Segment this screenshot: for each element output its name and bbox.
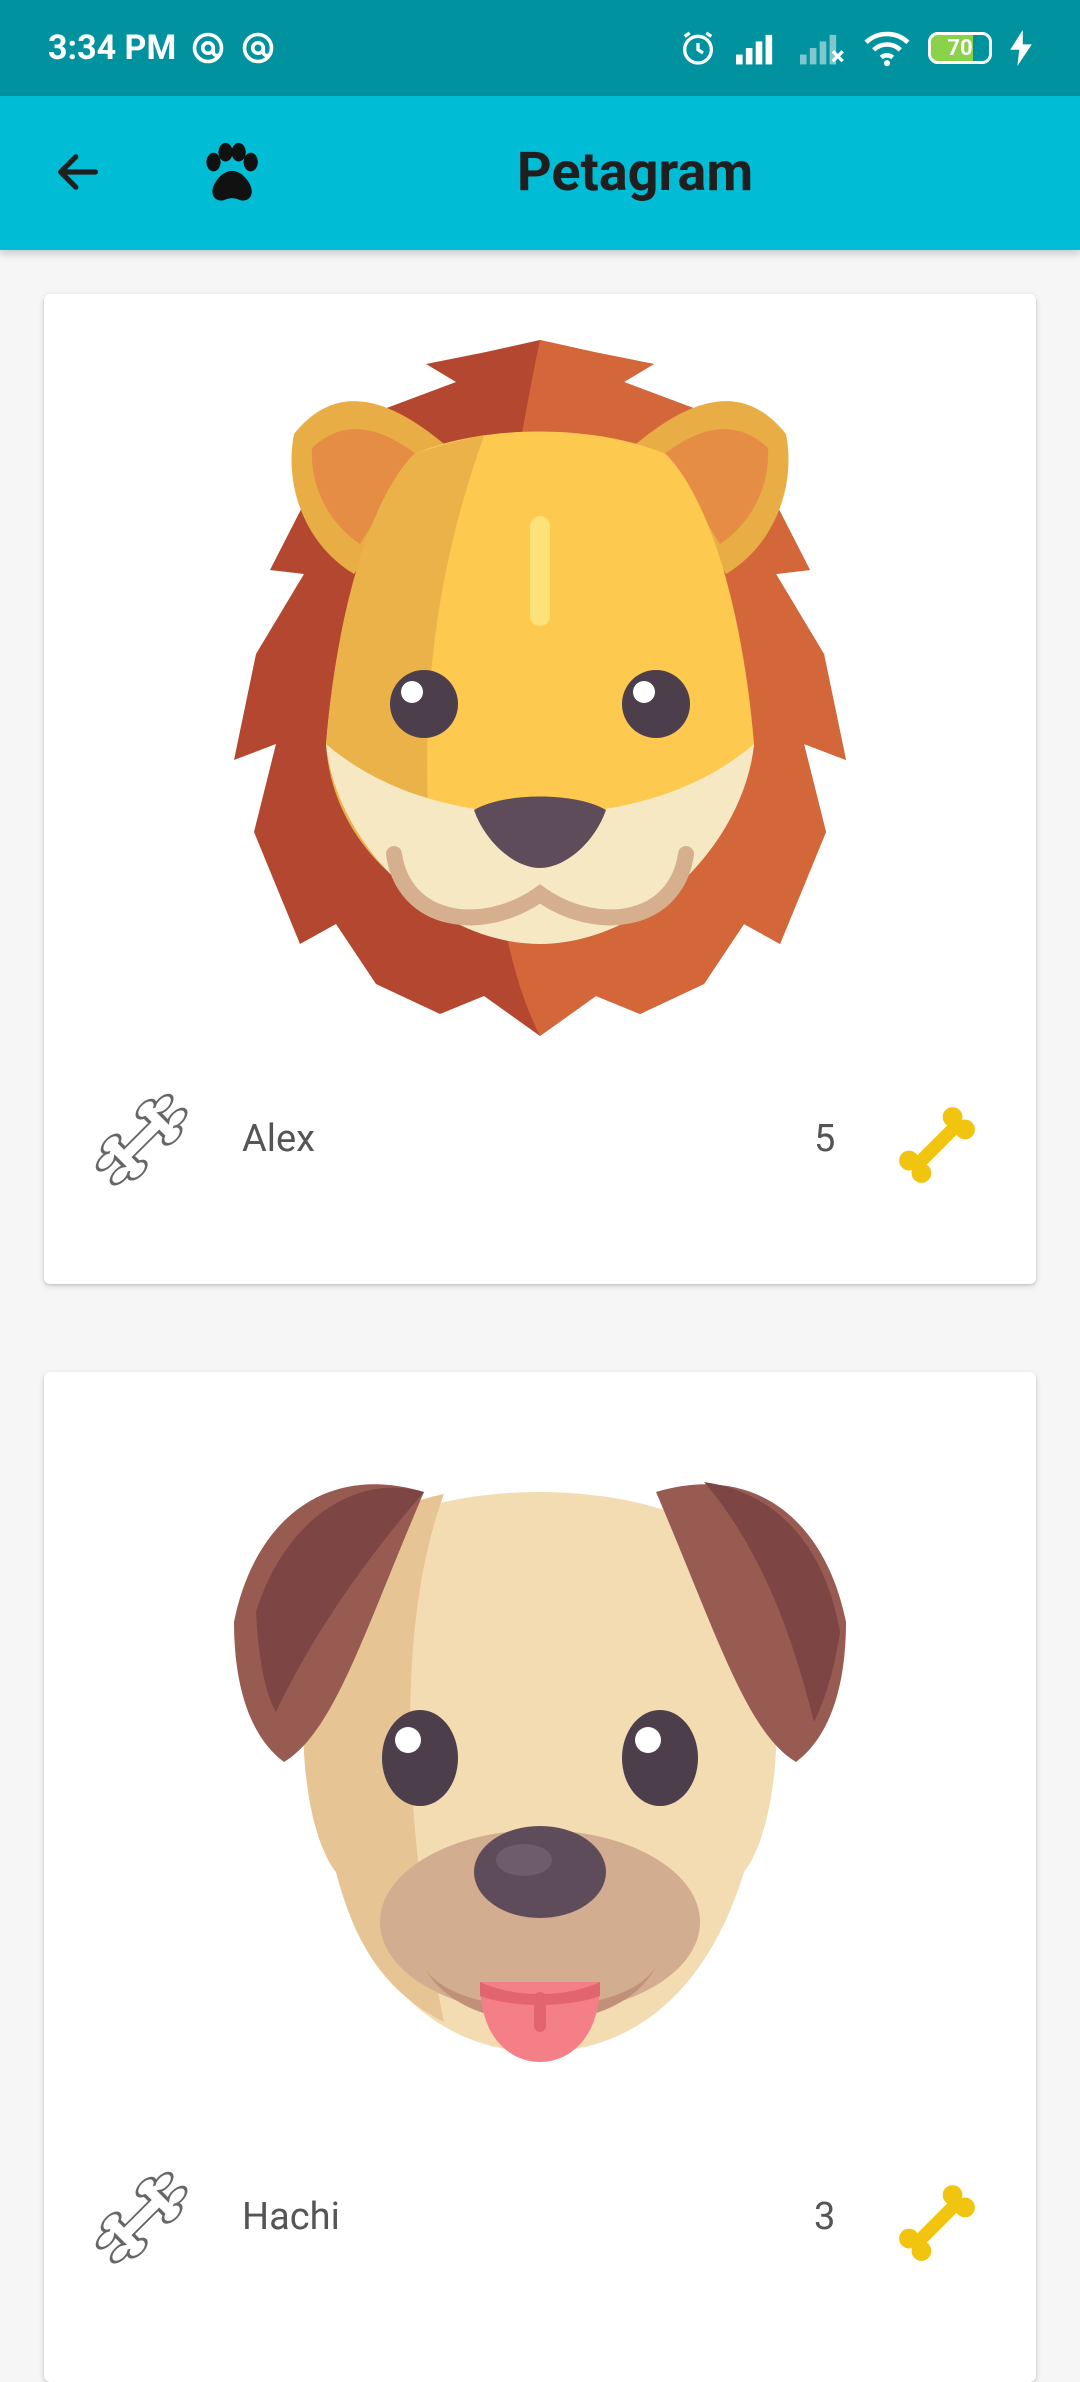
battery-indicator: 70: [928, 32, 992, 64]
signal-icon: [736, 34, 773, 65]
bone-icon: [899, 1107, 975, 1183]
battery-level: 70: [947, 35, 973, 61]
pet-card[interactable]: Hachi 3: [44, 1372, 1036, 2382]
pet-row: Alex 5: [44, 1074, 1036, 1204]
lion-image: [234, 340, 846, 1036]
pet-name: Alex: [242, 1117, 316, 1161]
bone-icon: [899, 2185, 975, 2261]
alarm-icon: [683, 31, 713, 65]
dog-image: [234, 1482, 846, 2062]
pet-card[interactable]: Alex 5: [44, 294, 1036, 1284]
signal-off-icon: [800, 34, 844, 65]
app-bar: Petagram: [0, 96, 1080, 250]
wifi-icon: [864, 31, 910, 67]
at-sign-icon: [192, 32, 224, 64]
charging-icon: [1010, 30, 1032, 66]
bone-outline-icon[interactable]: [86, 2162, 198, 2274]
at-sign-icon: [242, 32, 274, 64]
bone-outline-icon[interactable]: [86, 1084, 198, 1196]
status-time: 3:34 PM: [48, 28, 177, 68]
like-count: 3: [814, 2195, 836, 2239]
status-bar: 3:34 PM 70: [0, 0, 1080, 96]
pet-name: Hachi: [242, 2195, 340, 2239]
like-count: 5: [814, 1117, 836, 1161]
pet-row: Hachi 3: [44, 2152, 1036, 2282]
app-title: Petagram: [516, 141, 754, 204]
